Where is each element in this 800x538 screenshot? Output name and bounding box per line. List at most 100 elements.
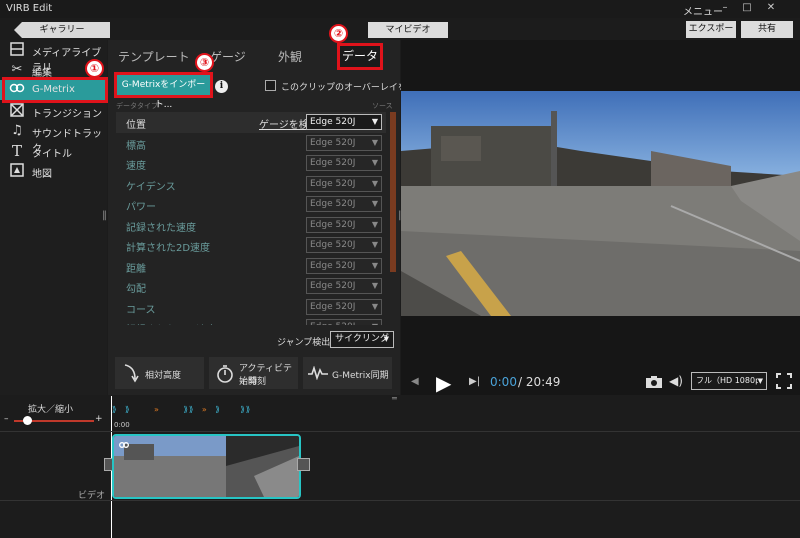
source-select[interactable]: Edge 520J ▼: [306, 319, 382, 325]
data-type-label: 距離: [126, 264, 146, 275]
marker-icon: »: [154, 405, 160, 414]
sidebar-item-map[interactable]: 地図: [0, 161, 107, 181]
camera-icon[interactable]: [645, 375, 663, 392]
data-type-label: 速度: [126, 161, 146, 172]
data-type-row[interactable]: 速度 Edge 520J ▼: [116, 153, 386, 174]
maximize-button[interactable]: □: [739, 2, 755, 13]
data-type-row[interactable]: 記録された速度 Edge 520J ▼: [116, 215, 386, 236]
map-icon: [9, 163, 25, 179]
sidebar-item-title[interactable]: T タイトル: [0, 141, 107, 161]
data-type-label: 計算された2D速度: [126, 243, 211, 254]
close-button[interactable]: ✕: [763, 2, 779, 13]
tab-data[interactable]: データ: [337, 43, 383, 70]
source-value: Edge 520J: [310, 302, 356, 312]
source-select[interactable]: Edge 520J ▼: [306, 258, 382, 274]
play-icon[interactable]: ▶: [436, 371, 451, 395]
data-type-row[interactable]: 勾配 Edge 520J ▼: [116, 276, 386, 297]
data-type-label: 位置: [126, 120, 146, 131]
source-select[interactable]: Edge 520J ▼: [306, 217, 382, 233]
jump-detect-select[interactable]: サイクリング ▼: [330, 331, 394, 348]
video-clip[interactable]: [112, 434, 301, 499]
film-icon: [9, 42, 25, 58]
data-type-row[interactable]: パワー Edge 520J ▼: [116, 194, 386, 215]
jump-detect-value: サイクリング: [335, 334, 389, 344]
timeline-resize-handle[interactable]: ═: [392, 394, 397, 403]
tab-appearance[interactable]: 外観: [278, 48, 302, 65]
sidebar-item-label: タイトル: [32, 149, 72, 160]
data-list-scrollbar[interactable]: [390, 112, 396, 272]
fullscreen-icon[interactable]: [776, 373, 792, 392]
data-type-row[interactable]: 距離 Edge 520J ▼: [116, 256, 386, 277]
chevron-down-icon: ▼: [372, 320, 378, 325]
sidebar-item-label: トランジション: [32, 109, 102, 120]
my-videos-button[interactable]: マイビデオ: [368, 22, 448, 38]
source-select[interactable]: Edge 520J ▼: [306, 114, 382, 130]
source-select[interactable]: Edge 520J ▼: [306, 237, 382, 253]
zoom-label: 拡大／縮小: [28, 405, 74, 415]
video-frame-image: [401, 91, 800, 316]
source-value: Edge 520J: [310, 261, 356, 271]
chevron-down-icon: ▼: [371, 199, 378, 208]
source-value: Edge 520J: [310, 158, 356, 168]
zoom-slider-thumb[interactable]: [23, 416, 32, 425]
highlight-box-gmetrix: [2, 77, 108, 103]
data-type-label: 標高: [126, 141, 146, 152]
data-type-row[interactable]: 標高 Edge 520J ▼: [116, 133, 386, 154]
gmetrix-icon: [118, 439, 130, 452]
gmetrix-sync-label: G-Metrix同期: [332, 371, 389, 381]
video-preview[interactable]: [401, 91, 800, 316]
timeline-markers: ⟫ ⟫ » ⟫⟫ » ⟫ ⟫⟫: [112, 405, 312, 419]
source-select[interactable]: Edge 520J ▼: [306, 176, 382, 192]
source-select[interactable]: Edge 520J ▼: [306, 196, 382, 212]
volume-icon[interactable]: ◀): [669, 374, 683, 388]
activity-start-button[interactable]: アクティビティ開 始時刻: [209, 357, 298, 389]
data-type-row[interactable]: 計算された2D速度 Edge 520J ▼: [116, 235, 386, 256]
data-type-label: ケイデンス: [126, 182, 176, 193]
relative-altitude-button[interactable]: 相対高度: [115, 357, 204, 389]
data-type-row[interactable]: 位置 ゲージを検索 Edge 520J ▼: [116, 112, 386, 133]
data-type-row[interactable]: 記録されたGPS速度 Edge 520J ▼: [116, 317, 386, 325]
source-select[interactable]: Edge 520J ▼: [306, 299, 382, 315]
scissors-icon: ✂: [11, 62, 23, 77]
source-select[interactable]: Edge 520J ▼: [306, 135, 382, 151]
title-icon: T: [11, 142, 22, 160]
stopwatch-icon: [216, 364, 234, 387]
hide-overlay-checkbox[interactable]: [265, 80, 276, 91]
sidebar-item-media-library[interactable]: メディアライブラリ: [0, 40, 107, 74]
gmetrix-sync-button[interactable]: G-Metrix同期: [303, 357, 392, 389]
tab-template[interactable]: テンプレート: [118, 48, 190, 65]
quality-select[interactable]: フル（HD 1080p） ▼: [691, 372, 767, 390]
current-time: 0:00: [490, 375, 517, 389]
transition-icon: [9, 103, 25, 119]
data-type-row[interactable]: ケイデンス Edge 520J ▼: [116, 174, 386, 195]
tab-gauge[interactable]: ゲージ: [210, 48, 246, 65]
player-controls: ◀ ▶ ▶| 0:00 / 20:49 ◀) フル（HD 1080p） ▼: [401, 370, 800, 396]
sidebar-item-soundtrack[interactable]: ♫ サウンドトラック: [0, 121, 107, 155]
gallery-button[interactable]: ギャラリー: [14, 22, 110, 38]
clip-trim-right-handle[interactable]: [297, 458, 310, 471]
source-value: Edge 520J: [310, 138, 356, 148]
minimize-button[interactable]: –: [717, 2, 733, 13]
source-select[interactable]: Edge 520J ▼: [306, 155, 382, 171]
tab-data-label: データ: [341, 49, 378, 63]
data-type-label: パワー: [126, 202, 156, 213]
step-badge-2: ②: [329, 24, 348, 43]
data-type-row[interactable]: コース Edge 520J ▼: [116, 297, 386, 318]
sidebar-item-label: 地図: [32, 169, 52, 180]
export-button[interactable]: エクスポート: [686, 21, 736, 50]
zoom-in-button[interactable]: +: [95, 414, 103, 424]
prev-frame-icon[interactable]: ◀: [411, 376, 419, 387]
marker-icon: ⟫⟫: [240, 405, 252, 414]
clip-thumbnail: [114, 436, 299, 497]
marker-icon: ⟫: [112, 405, 118, 414]
panel-collapse-handle[interactable]: ‖: [102, 210, 107, 221]
timeline-divider: [0, 431, 800, 432]
source-select[interactable]: Edge 520J ▼: [306, 278, 382, 294]
info-icon[interactable]: i: [215, 80, 228, 93]
source-value: Edge 520J: [310, 281, 356, 291]
sidebar-item-transition[interactable]: トランジション: [0, 101, 107, 121]
next-frame-icon[interactable]: ▶|: [469, 376, 480, 387]
zoom-out-button[interactable]: –: [4, 414, 9, 424]
chevron-down-icon: ▼: [371, 179, 378, 188]
share-button[interactable]: 共有: [741, 21, 793, 38]
